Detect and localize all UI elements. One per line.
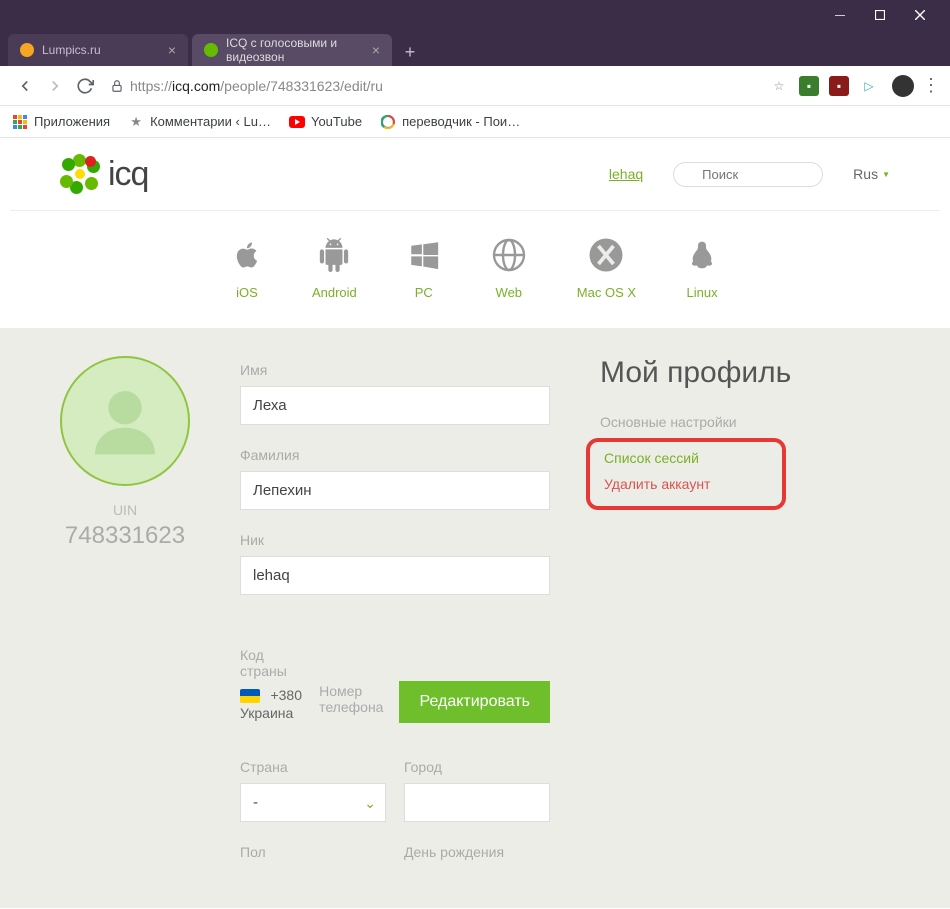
android-icon — [312, 233, 357, 277]
platform-web[interactable]: Web — [491, 233, 527, 300]
minimize-button[interactable] — [820, 0, 860, 30]
surname-input[interactable] — [240, 471, 550, 510]
platform-ios[interactable]: iOS — [232, 233, 262, 300]
edit-phone-button[interactable]: Редактировать — [399, 681, 550, 723]
search-input[interactable] — [673, 162, 823, 187]
mac-icon — [577, 233, 636, 277]
phone-label: Номер телефона — [319, 683, 383, 715]
linux-icon — [686, 233, 718, 277]
bookmark-item[interactable]: ★ Комментарии ‹ Lu… — [128, 114, 271, 130]
profile-sidebar: Мой профиль Основные настройки Список се… — [570, 356, 910, 868]
nick-input[interactable] — [240, 556, 550, 595]
city-label: Город — [404, 759, 550, 775]
dob-label: День рождения — [404, 844, 550, 860]
chevron-down-icon: ▼ — [882, 170, 890, 179]
name-label: Имя — [240, 362, 550, 378]
settings-label: Основные настройки — [600, 414, 910, 430]
name-input[interactable] — [240, 386, 550, 425]
reload-button[interactable] — [70, 71, 100, 101]
user-avatar[interactable] — [60, 356, 190, 486]
surname-label: Фамилия — [240, 447, 550, 463]
favicon — [20, 43, 34, 57]
new-tab-button[interactable]: + — [396, 38, 424, 66]
flag-ukraine-icon — [240, 689, 260, 703]
close-icon[interactable]: × — [372, 42, 380, 58]
tab-title: Lumpics.ru — [42, 43, 101, 57]
lock-icon — [110, 79, 124, 93]
star-icon[interactable]: ☆ — [769, 76, 789, 96]
platform-pc[interactable]: PC — [407, 233, 441, 300]
country-label: Страна — [240, 759, 386, 775]
globe-icon — [491, 233, 527, 277]
back-button[interactable] — [10, 71, 40, 101]
browser-tab[interactable]: ICQ с голосовыми и видеозвон × — [192, 34, 392, 66]
address-bar: https://icq.com/people/748331623/edit/ru… — [0, 66, 950, 106]
logo[interactable]: icq — [60, 154, 148, 194]
bookmark-item[interactable]: переводчик - Пои… — [380, 114, 520, 130]
browser-tab[interactable]: Lumpics.ru × — [8, 34, 188, 66]
google-icon — [380, 114, 396, 130]
site-header: icq lehaq Rus ▼ — [10, 138, 940, 211]
tab-title: ICQ с голосовыми и видеозвон — [226, 36, 372, 64]
apps-icon — [12, 114, 28, 130]
tab-bar: Lumpics.ru × ICQ с голосовыми и видеозво… — [0, 30, 950, 66]
forward-button[interactable] — [40, 71, 70, 101]
profile-avatar[interactable] — [892, 75, 914, 97]
window-titlebar — [0, 0, 950, 30]
icq-flower-icon — [60, 154, 100, 194]
user-link[interactable]: lehaq — [609, 166, 643, 182]
bookmarks-bar: Приложения ★ Комментарии ‹ Lu… YouTube п… — [0, 106, 950, 138]
close-button[interactable] — [900, 0, 940, 30]
profile-left-column: UIN 748331623 — [40, 356, 210, 868]
extension-icon[interactable]: ▪ — [799, 76, 819, 96]
platform-linux[interactable]: Linux — [686, 233, 718, 300]
platforms-nav: iOS Android PC Web Mac OS X Linux — [0, 211, 950, 328]
city-input[interactable] — [404, 783, 550, 822]
extension-icon[interactable]: ▷ — [859, 76, 879, 96]
profile-title: Мой профиль — [600, 356, 910, 390]
highlight-annotation: Список сессий Удалить аккаунт — [586, 438, 786, 510]
close-icon[interactable]: × — [168, 42, 176, 58]
platform-mac[interactable]: Mac OS X — [577, 233, 636, 300]
logo-text: icq — [108, 155, 148, 194]
menu-button[interactable]: ⋮ — [922, 75, 940, 96]
language-selector[interactable]: Rus ▼ — [853, 166, 890, 182]
apple-icon — [232, 233, 262, 277]
profile-form: Имя Фамилия Ник Код страны +380 Украина … — [210, 356, 570, 868]
platform-android[interactable]: Android — [312, 233, 357, 300]
extension-icon[interactable]: ▪ — [829, 76, 849, 96]
nick-label: Ник — [240, 532, 550, 548]
uin-value: 748331623 — [40, 522, 210, 550]
favicon — [204, 43, 218, 57]
gender-label: Пол — [240, 844, 386, 860]
delete-account-link[interactable]: Удалить аккаунт — [604, 476, 768, 492]
maximize-button[interactable] — [860, 0, 900, 30]
country-select[interactable] — [240, 783, 386, 822]
youtube-icon — [289, 114, 305, 130]
windows-icon — [407, 233, 441, 277]
country-code-label: Код страны — [240, 647, 303, 679]
page-content: icq lehaq Rus ▼ iOS Android PC Web — [0, 138, 950, 909]
uin-label: UIN — [40, 502, 210, 518]
bookmark-item[interactable]: YouTube — [289, 114, 362, 130]
profile-content: UIN 748331623 Имя Фамилия Ник Код страны… — [0, 328, 950, 908]
star-icon: ★ — [128, 114, 144, 130]
apps-button[interactable]: Приложения — [12, 114, 110, 130]
url-field[interactable]: https://icq.com/people/748331623/edit/ru — [130, 78, 764, 94]
sessions-link[interactable]: Список сессий — [604, 450, 768, 466]
